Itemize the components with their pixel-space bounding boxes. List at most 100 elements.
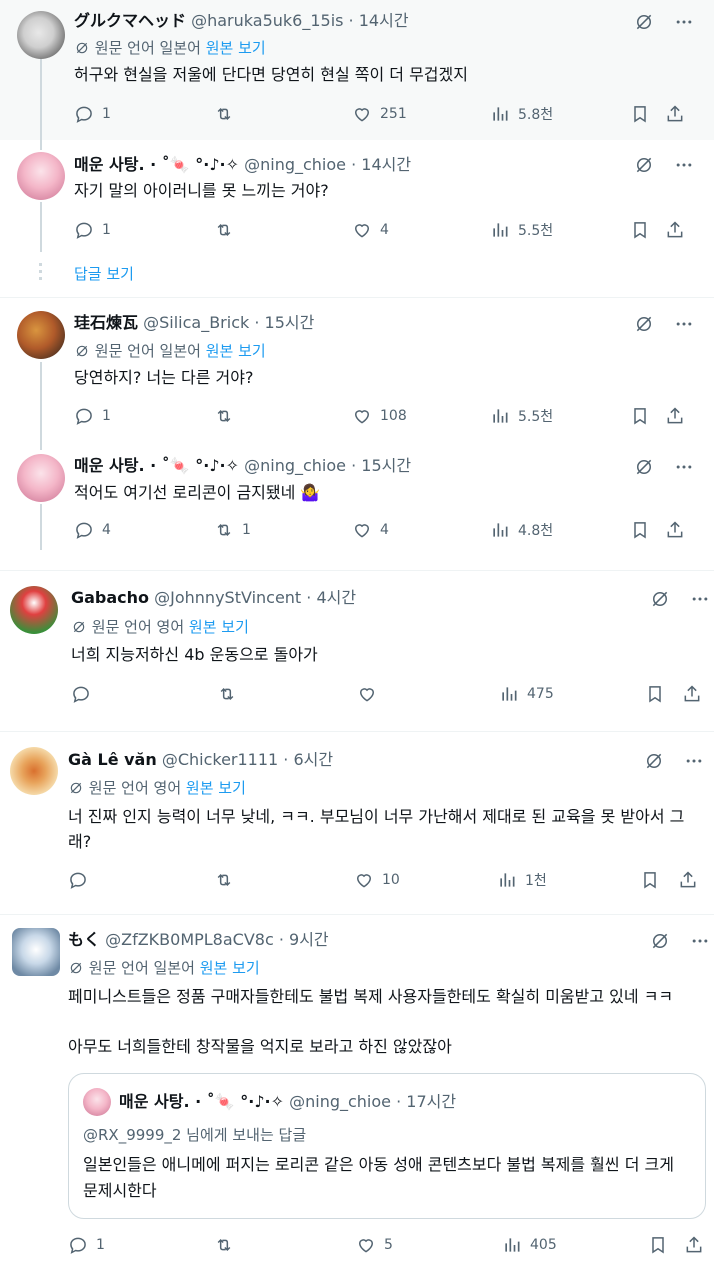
- grok-icon[interactable]: [634, 12, 654, 32]
- retweet-button[interactable]: 1: [214, 520, 251, 540]
- quote-tweet[interactable]: 매운 사탕. · ˚🍬 °·♪·✧ @ning_chioe · 17시간 @RX…: [68, 1073, 706, 1219]
- more-icon[interactable]: [674, 155, 694, 175]
- display-name[interactable]: もく: [68, 930, 100, 949]
- dot: ·: [278, 750, 294, 769]
- display-name[interactable]: Gabacho: [71, 588, 149, 607]
- views-button[interactable]: 1천: [497, 870, 547, 890]
- timestamp[interactable]: 6시간: [293, 750, 333, 769]
- like-button[interactable]: [357, 684, 377, 704]
- timestamp[interactable]: 4시간: [316, 588, 356, 607]
- heart-icon: [357, 684, 377, 704]
- like-button[interactable]: 5: [356, 1235, 393, 1255]
- avatar[interactable]: [17, 454, 65, 502]
- grok-icon[interactable]: [644, 751, 664, 771]
- handle[interactable]: @ZfZKB0MPL8aCV8c: [105, 930, 274, 949]
- bookmark-icon[interactable]: [640, 870, 660, 890]
- timestamp[interactable]: 14시간: [359, 11, 409, 30]
- dot: ·: [249, 313, 265, 332]
- more-icon[interactable]: [690, 589, 710, 609]
- retweet-button[interactable]: [214, 406, 234, 426]
- grok-icon[interactable]: [650, 931, 670, 951]
- reply-button[interactable]: 1: [74, 406, 111, 426]
- share-icon[interactable]: [665, 406, 685, 426]
- handle[interactable]: @ning_chioe: [244, 456, 346, 475]
- show-replies-link[interactable]: 답글 보기: [74, 263, 134, 284]
- display-name[interactable]: Gà Lê văn: [68, 750, 157, 769]
- avatar[interactable]: [10, 586, 58, 634]
- handle[interactable]: @JohnnyStVincent: [154, 588, 301, 607]
- show-original-link[interactable]: 원본 보기: [206, 342, 266, 360]
- share-icon[interactable]: [665, 220, 685, 240]
- show-original-link[interactable]: 원본 보기: [200, 959, 260, 977]
- more-icon[interactable]: [674, 457, 694, 477]
- display-name[interactable]: 珪石煉瓦: [74, 313, 138, 332]
- grok-icon[interactable]: [634, 314, 654, 334]
- bookmark-icon[interactable]: [630, 520, 650, 540]
- share-icon[interactable]: [678, 870, 698, 890]
- retweet-button[interactable]: [214, 220, 234, 240]
- translation-label: 원문 언어 일본어: [94, 39, 201, 57]
- views-button[interactable]: 475: [499, 684, 554, 704]
- handle[interactable]: @Chicker1111: [162, 750, 278, 769]
- grok-icon[interactable]: [634, 155, 654, 175]
- views-button[interactable]: 5.5천: [490, 406, 553, 426]
- reply-button[interactable]: 1: [74, 104, 111, 124]
- timestamp[interactable]: 15시간: [265, 313, 315, 332]
- retweet-icon: [214, 520, 234, 540]
- share-icon[interactable]: [682, 684, 702, 704]
- reply-button[interactable]: [71, 684, 91, 704]
- share-icon[interactable]: [665, 104, 685, 124]
- display-name[interactable]: グルクマヘッド: [74, 11, 186, 30]
- views-button[interactable]: 405: [502, 1235, 557, 1255]
- views-button[interactable]: 4.8천: [490, 520, 553, 540]
- grok-icon[interactable]: [650, 589, 670, 609]
- avatar[interactable]: [12, 928, 60, 976]
- views-button[interactable]: 5.8천: [490, 104, 553, 124]
- grok-icon[interactable]: [634, 457, 654, 477]
- like-button[interactable]: 108: [352, 406, 407, 426]
- reply-button[interactable]: 1: [68, 1235, 105, 1255]
- like-button[interactable]: 4: [352, 220, 389, 240]
- timestamp[interactable]: 9시간: [289, 930, 329, 949]
- retweet-button[interactable]: [214, 1235, 234, 1255]
- avatar[interactable]: [17, 311, 65, 359]
- translation-label: 원문 언어 일본어: [88, 959, 195, 977]
- bookmark-icon[interactable]: [648, 1235, 668, 1255]
- reply-button[interactable]: 4: [74, 520, 111, 540]
- show-original-link[interactable]: 원본 보기: [189, 618, 249, 636]
- more-icon[interactable]: [674, 12, 694, 32]
- share-icon[interactable]: [684, 1235, 704, 1255]
- handle[interactable]: @ning_chioe: [244, 155, 346, 174]
- more-icon[interactable]: [684, 751, 704, 771]
- avatar[interactable]: [17, 11, 65, 59]
- tweet-text: 너 진짜 인지 능력이 너무 낮네, ㅋㅋ. 부모님이 너무 가난해서 제대로 …: [68, 807, 685, 851]
- avatar[interactable]: [10, 747, 58, 795]
- like-button[interactable]: 4: [352, 520, 389, 540]
- avatar[interactable]: [17, 152, 65, 200]
- reply-button[interactable]: 1: [74, 220, 111, 240]
- handle[interactable]: @Silica_Brick: [143, 313, 249, 332]
- bookmark-icon[interactable]: [630, 220, 650, 240]
- display-name[interactable]: 매운 사탕. · ˚🍬 °·♪·✧: [74, 155, 239, 174]
- share-icon[interactable]: [665, 520, 685, 540]
- retweet-button[interactable]: [217, 684, 237, 704]
- views-button[interactable]: 5.5천: [490, 220, 553, 240]
- divider: [0, 914, 714, 915]
- bookmark-icon[interactable]: [645, 684, 665, 704]
- show-original-link[interactable]: 원본 보기: [186, 779, 246, 797]
- timestamp[interactable]: 14시간: [361, 155, 411, 174]
- retweet-button[interactable]: [214, 104, 234, 124]
- bookmark-icon[interactable]: [630, 406, 650, 426]
- retweet-icon: [214, 104, 234, 124]
- bookmark-icon[interactable]: [630, 104, 650, 124]
- handle[interactable]: @haruka5uk6_15is: [191, 11, 343, 30]
- timestamp[interactable]: 15시간: [361, 456, 411, 475]
- display-name[interactable]: 매운 사탕. · ˚🍬 °·♪·✧: [74, 456, 239, 475]
- retweet-button[interactable]: [214, 870, 234, 890]
- more-icon[interactable]: [674, 314, 694, 334]
- reply-button[interactable]: [68, 870, 88, 890]
- like-button[interactable]: 10: [354, 870, 400, 890]
- more-icon[interactable]: [690, 931, 710, 951]
- like-button[interactable]: 251: [352, 104, 407, 124]
- show-original-link[interactable]: 원본 보기: [206, 39, 266, 57]
